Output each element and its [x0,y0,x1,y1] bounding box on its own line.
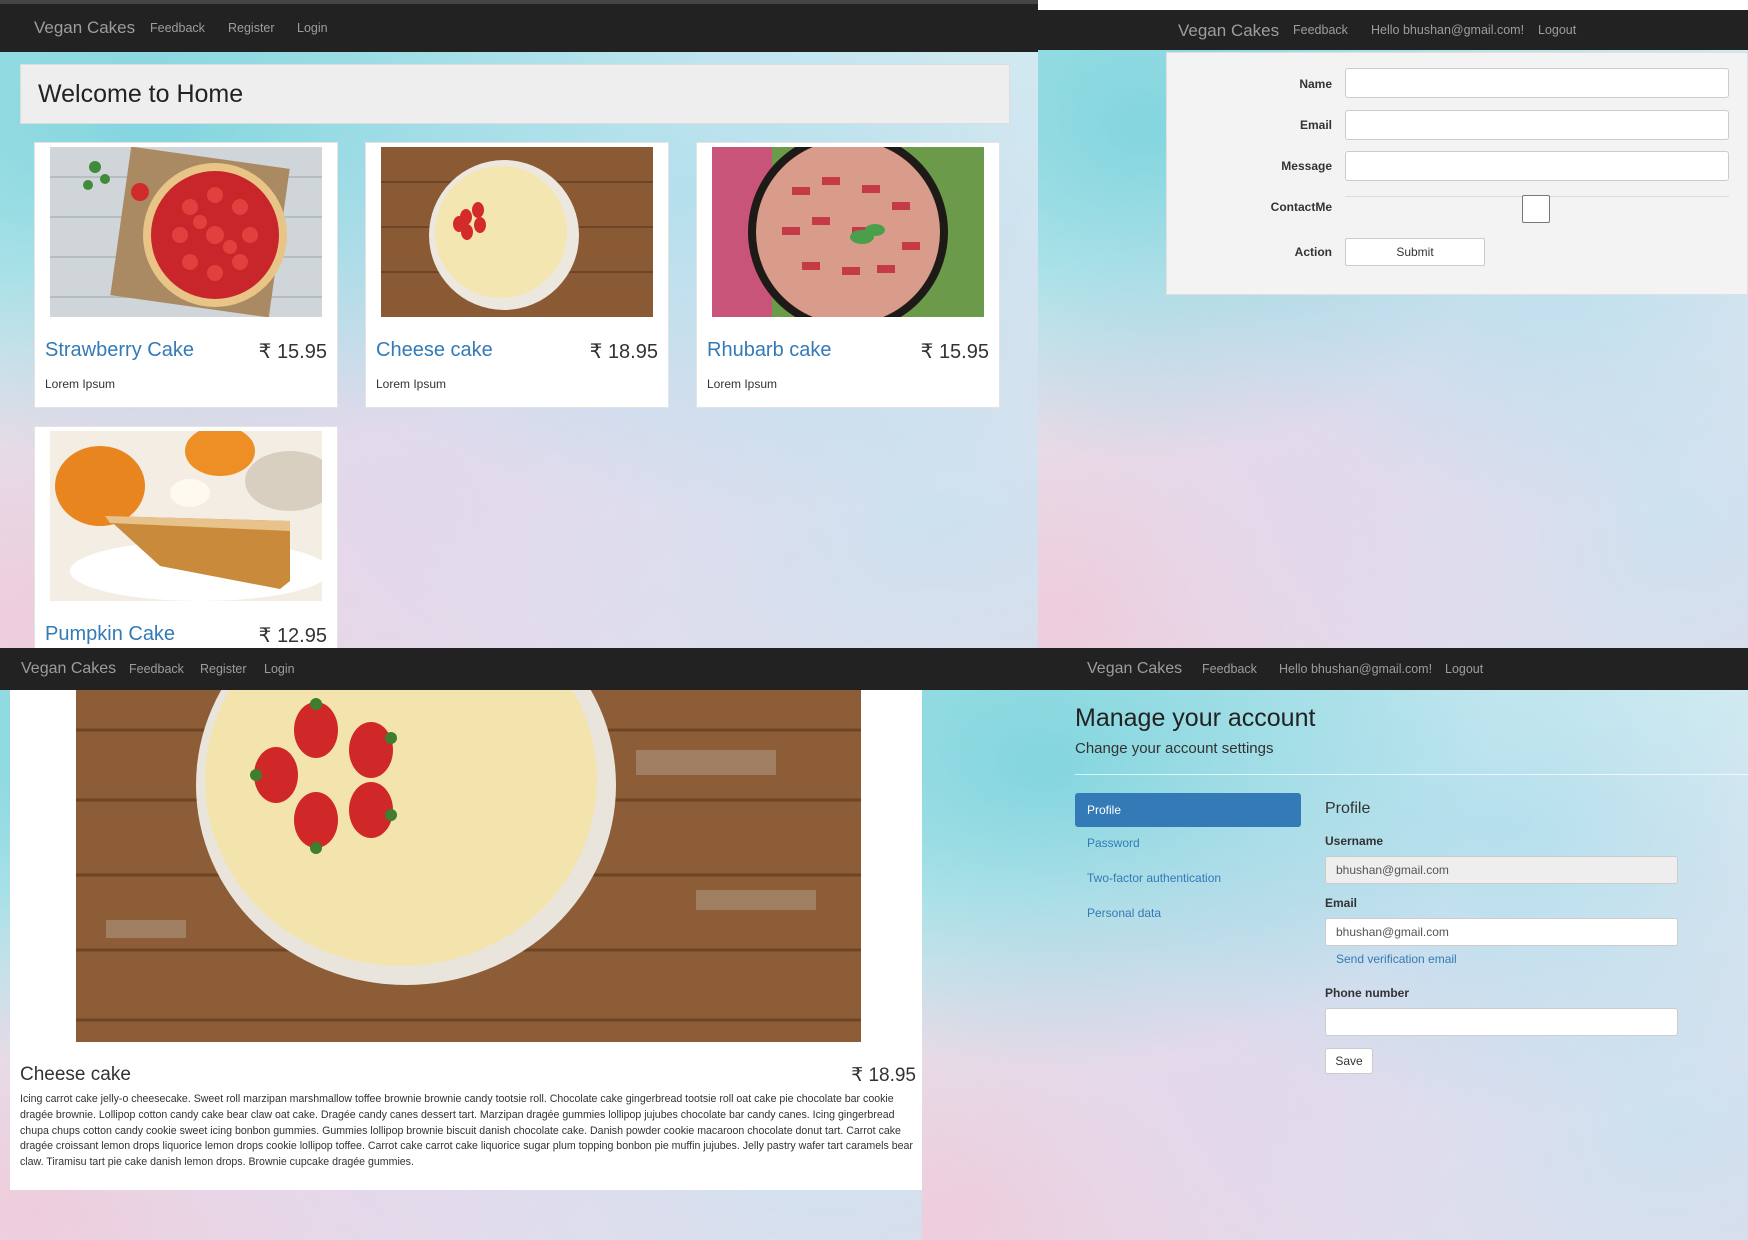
rhubarb-cake-image [712,147,984,317]
contactme-label: ContactMe [1270,200,1332,214]
send-verification-link[interactable]: Send verification email [1336,952,1457,966]
cheese-cake-image [381,147,653,317]
sidebar-item-profile[interactable]: Profile [1075,793,1301,827]
product-price: ₹ 18.95 [851,1065,916,1086]
cheese-cake-large-image [76,690,861,1042]
divider [1075,774,1748,775]
name-input[interactable] [1345,68,1729,98]
feedback-page-panel: Vegan Cakes Feedback Hello bhushan@gmail… [1038,0,1748,648]
submit-button[interactable]: Submit [1345,238,1485,266]
product-price: ₹ 18.95 [589,341,658,363]
product-name-link[interactable]: Pumpkin Cake [45,623,175,646]
phone-input[interactable] [1325,1008,1678,1036]
product-name-link[interactable]: Strawberry Cake [45,339,194,362]
navbar: Vegan Cakes Feedback Hello bhushan@gmail… [1038,10,1748,50]
product-description: Lorem Ipsum [45,377,116,391]
nav-feedback-link[interactable]: Feedback [1293,23,1348,37]
product-card[interactable]: Cheese cake ₹ 18.95 Lorem Ipsum [365,142,669,408]
sidebar-item-two-factor[interactable]: Two-factor authentication [1087,871,1221,885]
sidebar-item-personal-data[interactable]: Personal data [1087,906,1161,920]
brand-link[interactable]: Vegan Cakes [34,18,135,38]
sidebar-item-password[interactable]: Password [1087,836,1140,850]
brand-link[interactable]: Vegan Cakes [1178,21,1279,41]
username-input: bhushan@gmail.com [1325,856,1678,884]
nav-login-link[interactable]: Login [297,21,328,35]
product-description: Icing carrot cake jelly-o cheesecake. Sw… [20,1093,913,1169]
phone-label: Phone number [1325,986,1410,1000]
nav-register-link[interactable]: Register [228,21,275,35]
pumpkin-cake-image [50,431,322,601]
nav-logout-link[interactable]: Logout [1445,662,1483,676]
home-page-panel: Vegan Cakes Feedback Register Login Welc… [0,0,1038,648]
product-card[interactable]: Rhubarb cake ₹ 15.95 Lorem Ipsum [696,142,1000,408]
product-price: ₹ 15.95 [258,341,327,363]
product-price: ₹ 15.95 [920,341,989,363]
nav-login-link[interactable]: Login [264,662,295,676]
product-detail-panel: Vegan Cakes Feedback Register Login Chee… [0,648,922,1240]
brand-link[interactable]: Vegan Cakes [1087,660,1182,678]
feedback-form: Name Email Message ContactMe Action Subm… [1166,52,1748,295]
name-label: Name [1299,77,1332,91]
nav-hello-user-link[interactable]: Hello bhushan@gmail.com! [1371,23,1524,37]
section-title: Profile [1325,800,1371,817]
email-label: Email [1299,118,1332,132]
message-input[interactable] [1345,151,1729,181]
page-subtitle: Change your account settings [1075,740,1274,757]
product-title: Cheese cake [20,1064,131,1085]
welcome-jumbotron: Welcome to Home [20,64,1010,124]
nav-feedback-link[interactable]: Feedback [1202,662,1257,676]
product-price: ₹ 12.95 [258,625,327,647]
page-title: Welcome to Home [38,80,244,108]
product-card[interactable]: Strawberry Cake ₹ 15.95 Lorem Ipsum [34,142,338,408]
save-button[interactable]: Save [1325,1048,1373,1074]
navbar: Vegan Cakes Feedback Register Login [0,648,922,690]
navbar: Vegan Cakes Feedback Hello bhushan@gmail… [922,648,1748,690]
email-input[interactable]: bhushan@gmail.com [1325,918,1678,946]
product-name-link[interactable]: Rhubarb cake [707,339,832,362]
email-label: Email [1325,896,1358,910]
page-title: Manage your account [1075,704,1316,732]
product-description: Lorem Ipsum [376,377,447,391]
nav-logout-link[interactable]: Logout [1538,23,1576,37]
nav-feedback-link[interactable]: Feedback [129,662,184,676]
product-card[interactable]: Pumpkin Cake ₹ 12.95 [34,426,338,648]
brand-link[interactable]: Vegan Cakes [21,660,116,678]
message-label: Message [1281,159,1332,173]
nav-hello-user-link[interactable]: Hello bhushan@gmail.com! [1279,662,1432,676]
contactme-checkbox[interactable] [1522,195,1550,223]
nav-feedback-link[interactable]: Feedback [150,21,205,35]
nav-register-link[interactable]: Register [200,662,247,676]
product-name-link[interactable]: Cheese cake [376,339,493,362]
email-input[interactable] [1345,110,1729,140]
username-label: Username [1325,834,1384,848]
navbar: Vegan Cakes Feedback Register Login [0,0,1038,52]
action-label: Action [1294,245,1332,259]
product-detail-card: Cheese cake ₹ 18.95 Icing carrot cake je… [10,690,922,1190]
window-top-strip [1038,0,1748,10]
strawberry-cake-image [50,147,322,317]
manage-account-panel: Vegan Cakes Feedback Hello bhushan@gmail… [922,648,1748,1240]
product-description: Lorem Ipsum [707,377,778,391]
